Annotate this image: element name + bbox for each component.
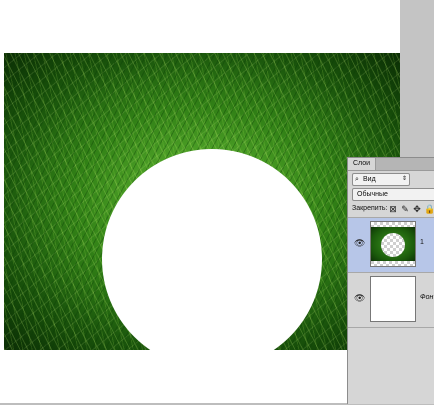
layer-row-background[interactable]: 👁 Фон [348,273,434,328]
brush-icon[interactable]: ✎ [400,203,410,215]
layer-row[interactable]: 👁 1 [348,218,434,273]
chevron-updown-icon: ⇕ [401,176,407,182]
layer-name[interactable]: Фон [420,293,433,303]
lock-pixels-icon[interactable]: ⊠ [388,203,398,215]
search-icon: ⌕ [355,176,359,183]
lock-label: Закрепить: [352,205,388,212]
circle-cutout [102,149,322,350]
layer-thumbnail[interactable] [370,221,416,267]
canvas-area[interactable] [0,0,400,403]
kind-filter-select[interactable]: ⌕ Вид ⇕ [352,173,410,186]
eye-icon[interactable]: 👁 [354,293,365,303]
layer-thumbnail[interactable] [370,276,416,322]
blend-mode-label: Обычные [357,191,388,198]
blend-mode-select[interactable]: Обычные [352,188,434,201]
eye-icon[interactable]: 👁 [354,238,365,248]
move-icon[interactable]: ✥ [412,203,422,215]
kind-filter-label: Вид [363,176,376,183]
layers-panel: Слои ⌕ Вид ⇕ Обычные Закрепить: ⊠ ✎ ✥ 🔒 … [347,157,434,404]
layers-list: 👁 1 👁 Фон [348,217,434,405]
tab-layers[interactable]: Слои [348,158,377,170]
layer-name[interactable]: 1 [420,238,424,248]
padlock-icon[interactable]: 🔒 [424,203,434,215]
lock-row: Закрепить: ⊠ ✎ ✥ 🔒 [352,203,434,215]
panel-tab-strip: Слои [348,158,434,171]
thumbnail-transparent-hole [381,233,405,257]
grass-image [4,53,400,350]
